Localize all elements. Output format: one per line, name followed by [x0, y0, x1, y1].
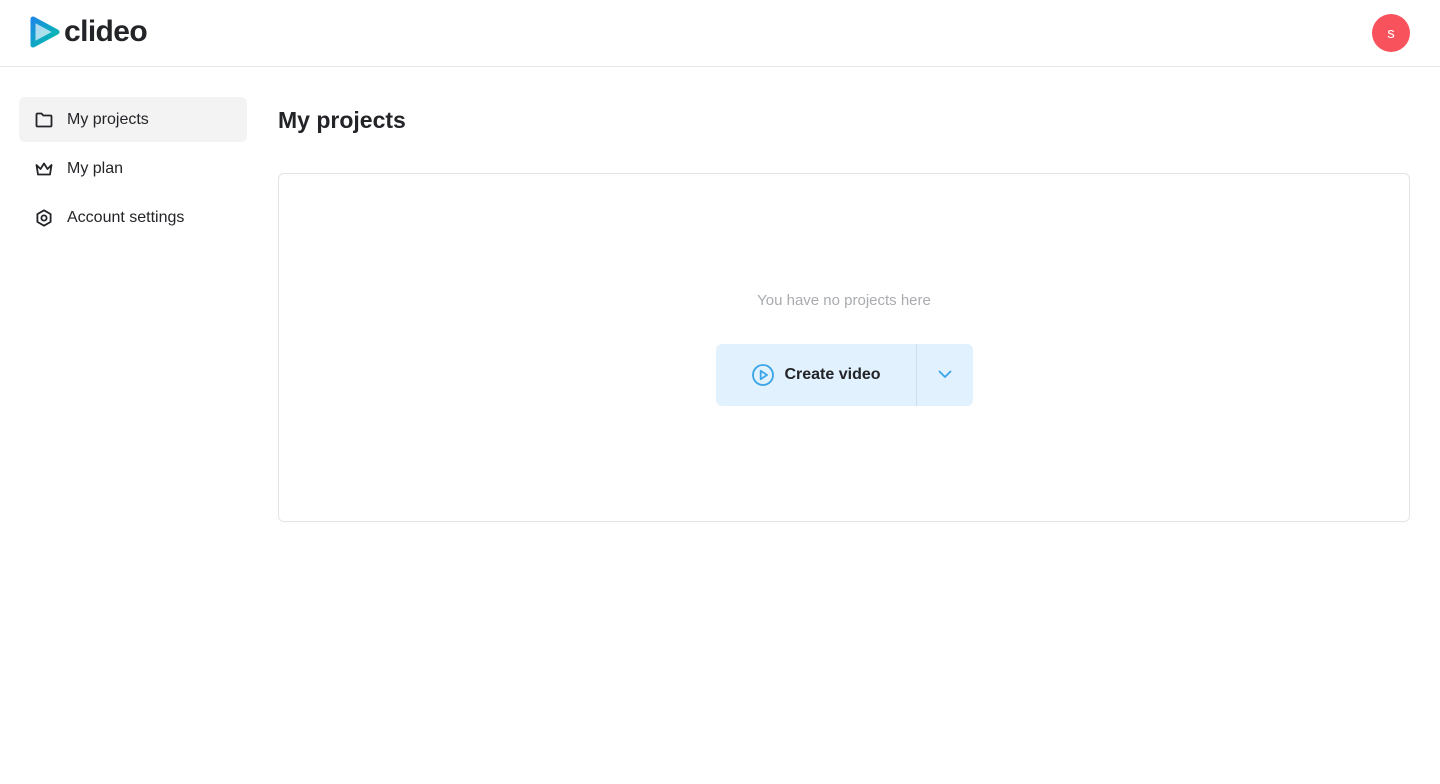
create-video-split-button: Create video	[716, 344, 973, 406]
sidebar-item-label: My projects	[67, 110, 149, 128]
chevron-down-icon	[938, 366, 952, 384]
settings-icon	[34, 208, 54, 228]
clideo-logo-icon	[30, 16, 60, 48]
page-title: My projects	[278, 107, 406, 133]
sidebar: My projects My plan Account settings	[19, 97, 247, 244]
folder-icon	[34, 110, 54, 130]
sidebar-item-label: My plan	[67, 159, 124, 177]
sidebar-item-my-plan[interactable]: My plan	[19, 146, 247, 191]
create-video-button[interactable]: Create video	[716, 344, 916, 406]
brand-name: clideo	[64, 15, 148, 48]
top-bar: clideo s	[0, 0, 1440, 67]
sidebar-item-account-settings[interactable]: Account settings	[19, 195, 247, 240]
create-options-dropdown-button[interactable]	[917, 344, 973, 406]
sidebar-item-label: Account settings	[67, 208, 185, 226]
user-avatar[interactable]: s	[1372, 14, 1410, 52]
clideo-logo[interactable]: clideo	[30, 14, 148, 50]
create-video-label: Create video	[784, 366, 881, 383]
crown-icon	[34, 159, 54, 179]
play-circle-icon	[751, 363, 775, 387]
empty-state-message: You have no projects here	[757, 292, 931, 309]
sidebar-item-my-projects[interactable]: My projects	[19, 97, 247, 142]
projects-panel: You have no projects here Create video	[278, 173, 1410, 522]
